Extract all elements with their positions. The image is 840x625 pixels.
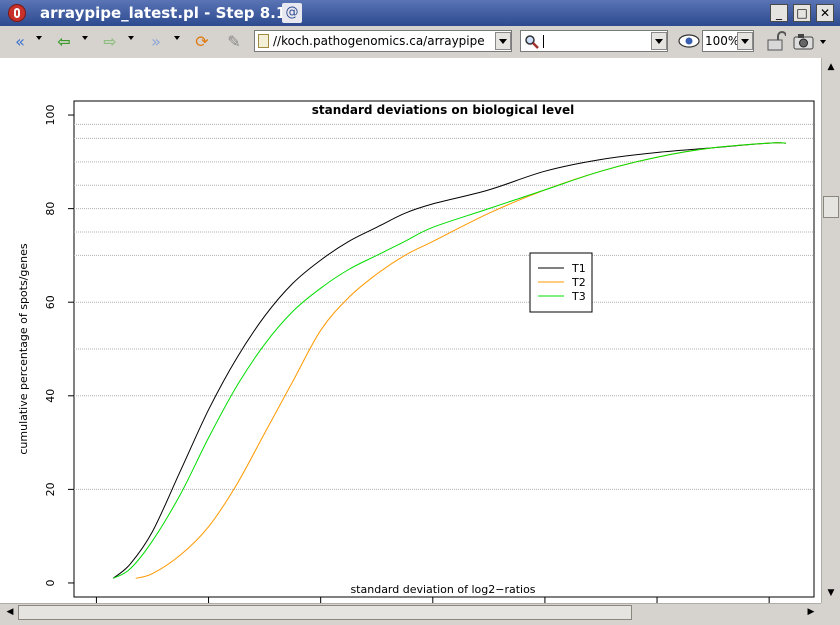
vertical-scroll-thumb[interactable] <box>823 196 839 218</box>
chevron-down-icon[interactable] <box>820 40 826 44</box>
address-input[interactable]: //koch.pathogenomics.ca/arraypipe <box>273 34 489 48</box>
scroll-down-arrow-icon[interactable]: ▼ <box>823 585 839 601</box>
close-button[interactable]: ✕ <box>816 4 834 22</box>
chart-title: standard deviations on biological level <box>312 103 574 117</box>
window-bottom-border <box>0 621 840 625</box>
horizontal-scroll-thumb[interactable] <box>18 605 632 620</box>
legend-label: T3 <box>571 290 586 303</box>
legend-label: T1 <box>571 262 586 275</box>
x-axis-label: standard deviation of log2−ratios <box>350 583 535 596</box>
search-dropdown-button[interactable] <box>651 32 667 50</box>
y-tick-label: 0 <box>44 579 57 586</box>
y-tick-label: 100 <box>44 105 57 126</box>
text-cursor <box>543 35 544 48</box>
minimize-button[interactable]: _ <box>770 4 788 22</box>
scroll-left-arrow-icon[interactable]: ◀ <box>2 604 18 620</box>
search-icon <box>525 35 539 49</box>
zoom-select[interactable]: 100% <box>702 30 754 52</box>
back-history-icon[interactable]: « <box>8 30 32 54</box>
window-titlebar: arraypipe_latest.pl - Step 8.1 @ _ □ ✕ <box>0 0 840 26</box>
page-icon <box>258 34 269 48</box>
camera-icon[interactable] <box>792 32 816 50</box>
forward-history-icon[interactable]: » <box>144 30 168 54</box>
app-logo-icon[interactable] <box>8 4 26 22</box>
back-arrow-icon[interactable]: ⇦ <box>52 30 76 54</box>
y-axis-label: cumulative percentage of spots/genes <box>17 243 30 455</box>
horizontal-scrollbar[interactable]: ◀ ▶ <box>0 603 821 621</box>
edit-pencil-icon[interactable]: ✎ <box>222 30 246 54</box>
navigation-toolbar: « ⇦ ⇨ » ⟳ ✎ //koch.pathogenomics.ca/arra… <box>0 26 840 59</box>
eye-icon[interactable] <box>678 34 700 48</box>
window-title: arraypipe_latest.pl - Step 8.1 <box>40 4 287 22</box>
zoom-dropdown-button[interactable] <box>737 32 753 50</box>
chevron-down-icon[interactable] <box>36 36 42 40</box>
chevron-down-icon[interactable] <box>128 36 134 40</box>
legend-label: T2 <box>571 276 586 289</box>
y-tick-label: 60 <box>44 295 57 309</box>
chevron-down-icon[interactable] <box>82 36 88 40</box>
reload-icon[interactable]: ⟳ <box>190 30 214 54</box>
spiral-icon[interactable]: @ <box>282 3 302 23</box>
zoom-value: 100% <box>705 34 740 48</box>
cumulative-sd-chart: standard deviations on biological level … <box>17 100 815 603</box>
scroll-up-arrow-icon[interactable]: ▲ <box>823 59 839 75</box>
address-bar[interactable]: //koch.pathogenomics.ca/arraypipe <box>254 30 512 52</box>
vertical-scrollbar[interactable]: ▲ ▼ <box>821 58 840 603</box>
forward-arrow-icon[interactable]: ⇨ <box>98 30 122 54</box>
scroll-right-arrow-icon[interactable]: ▶ <box>803 604 819 620</box>
maximize-button[interactable]: □ <box>793 4 811 22</box>
chevron-down-icon[interactable] <box>174 36 180 40</box>
page-content: standard deviations on biological level … <box>0 58 821 603</box>
y-tick-label: 40 <box>44 389 57 403</box>
y-tick-label: 20 <box>44 482 57 496</box>
address-dropdown-button[interactable] <box>495 32 511 50</box>
y-tick-label: 80 <box>44 202 57 216</box>
unlock-icon[interactable] <box>764 30 786 52</box>
search-field[interactable] <box>520 30 668 52</box>
